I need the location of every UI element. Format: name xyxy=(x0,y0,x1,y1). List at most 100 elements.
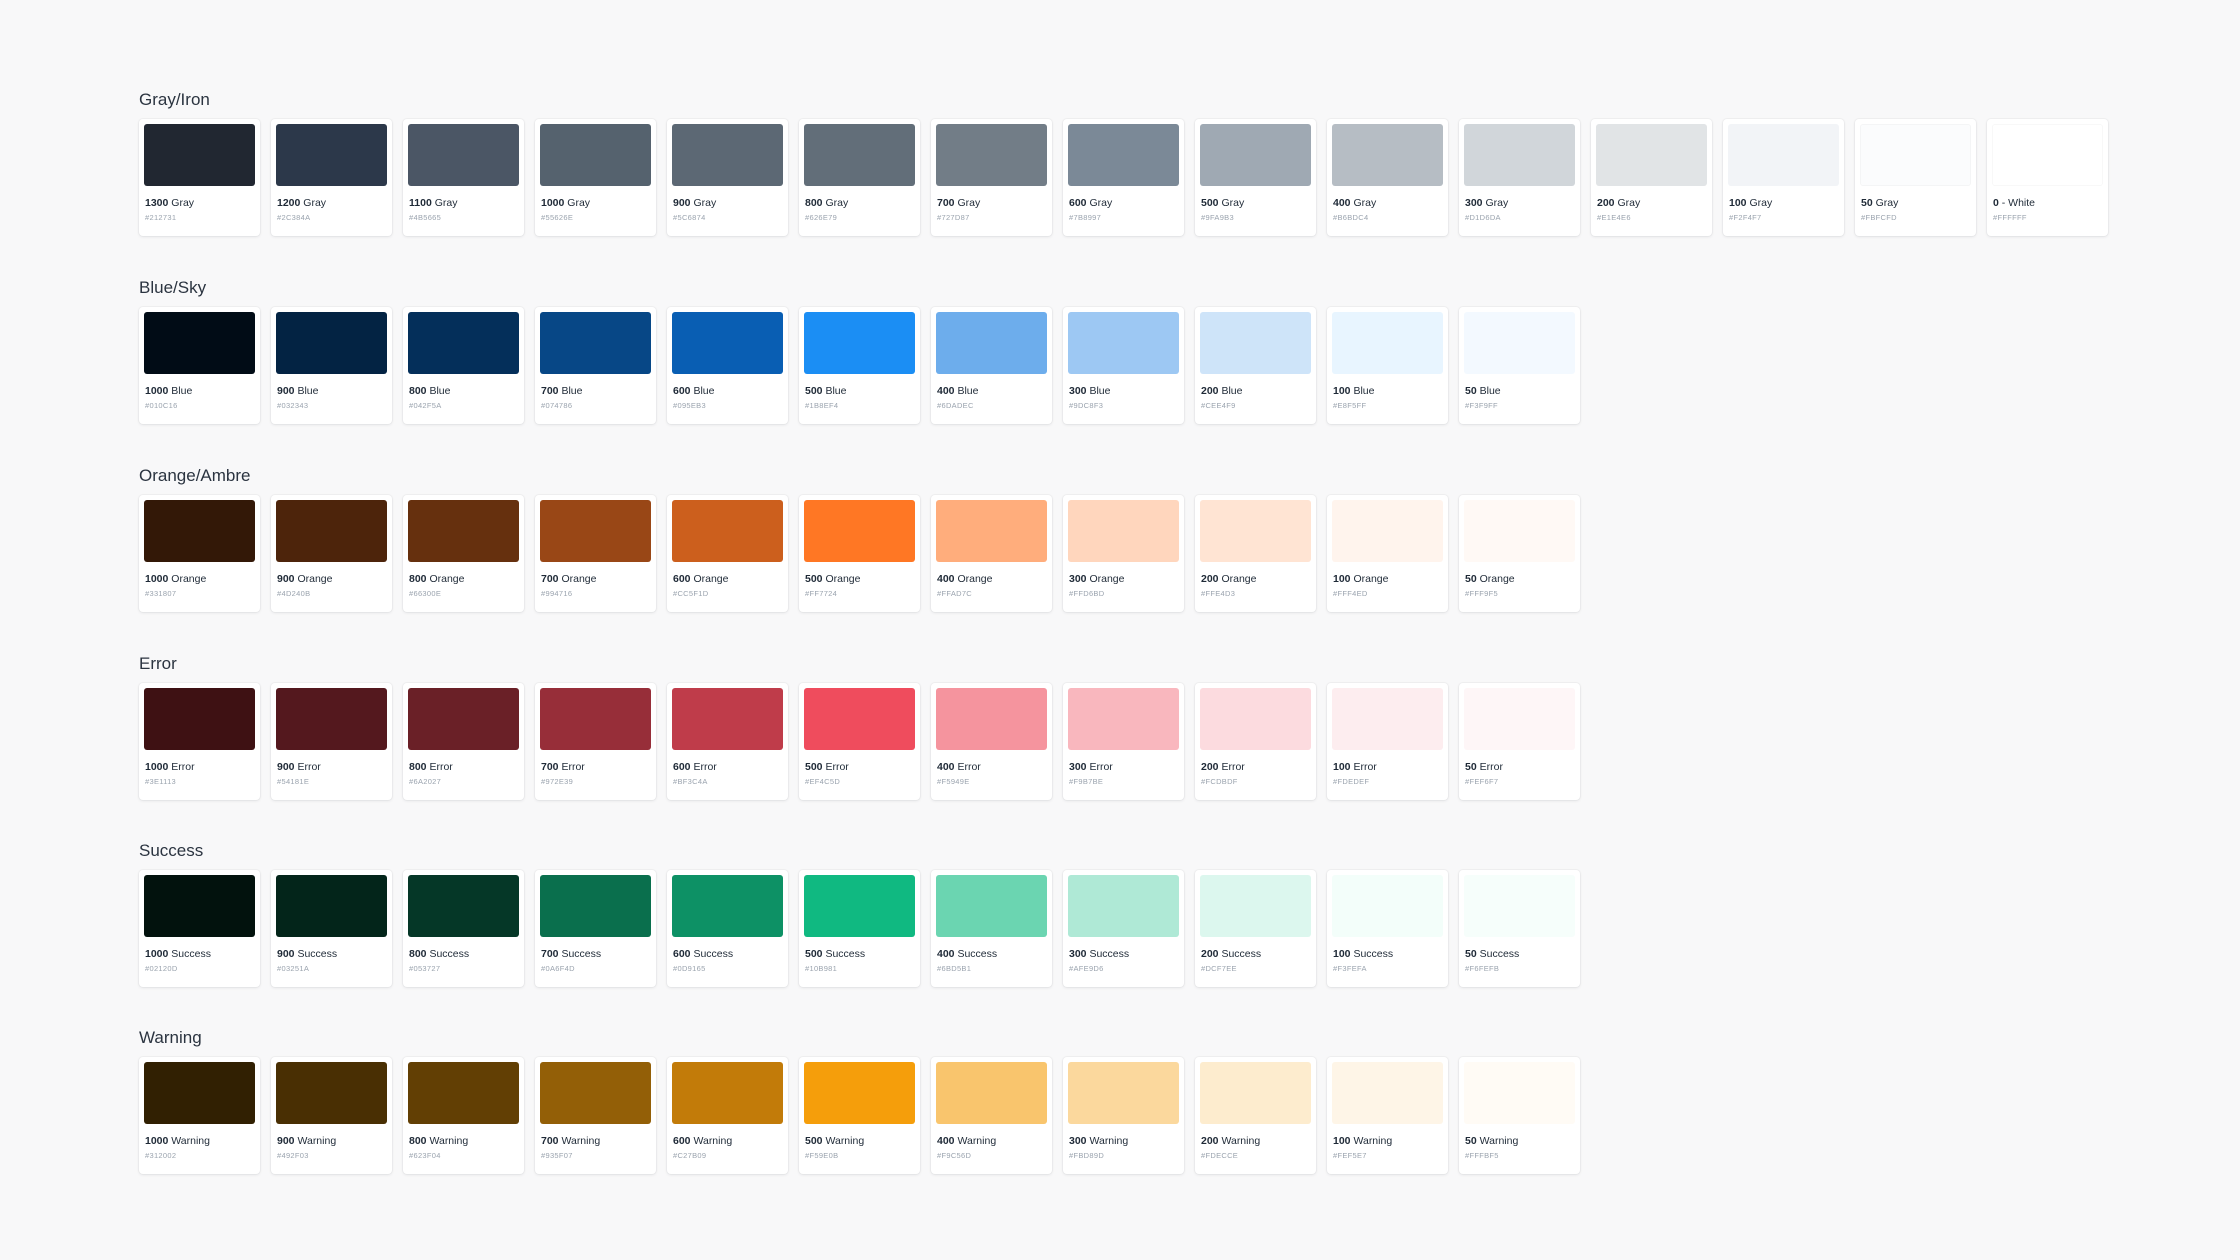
color-card[interactable]: 600 Blue #095EB3 xyxy=(667,307,788,424)
hex-code[interactable]: #0D9165 xyxy=(672,964,783,973)
color-swatch[interactable] xyxy=(144,500,255,562)
hex-code[interactable]: #C27B09 xyxy=(672,1151,783,1160)
color-card[interactable]: 1200 Gray #2C384A xyxy=(271,119,392,236)
color-card[interactable]: 600 Warning #C27B09 xyxy=(667,1057,788,1174)
hex-code[interactable]: #BF3C4A xyxy=(672,777,783,786)
color-swatch[interactable] xyxy=(1728,124,1839,186)
color-swatch[interactable] xyxy=(1068,312,1179,374)
color-swatch[interactable] xyxy=(936,1062,1047,1124)
hex-code[interactable]: #626E79 xyxy=(804,213,915,222)
color-card[interactable]: 50 Gray #FBFCFD xyxy=(1855,119,1976,236)
color-card[interactable]: 800 Blue #042F5A xyxy=(403,307,524,424)
color-swatch[interactable] xyxy=(804,875,915,937)
color-card[interactable]: 1300 Gray #212731 xyxy=(139,119,260,236)
color-swatch[interactable] xyxy=(540,1062,651,1124)
hex-code[interactable]: #727D87 xyxy=(936,213,1047,222)
hex-code[interactable]: #B6BDC4 xyxy=(1332,213,1443,222)
color-swatch[interactable] xyxy=(276,688,387,750)
color-swatch[interactable] xyxy=(1200,124,1311,186)
color-card[interactable]: 900 Orange #4D240B xyxy=(271,495,392,612)
color-card[interactable]: 50 Blue #F3F9FF xyxy=(1459,307,1580,424)
color-card[interactable]: 1100 Gray #4B5665 xyxy=(403,119,524,236)
color-card[interactable]: 800 Success #053727 xyxy=(403,870,524,987)
color-swatch[interactable] xyxy=(672,124,783,186)
color-swatch[interactable] xyxy=(804,500,915,562)
hex-code[interactable]: #10B981 xyxy=(804,964,915,973)
color-swatch[interactable] xyxy=(408,1062,519,1124)
hex-code[interactable]: #54181E xyxy=(276,777,387,786)
hex-code[interactable]: #312002 xyxy=(144,1151,255,1160)
color-card[interactable]: 1000 Warning #312002 xyxy=(139,1057,260,1174)
color-card[interactable]: 600 Gray #7B8997 xyxy=(1063,119,1184,236)
color-swatch[interactable] xyxy=(276,1062,387,1124)
color-card[interactable]: 1000 Blue #010C16 xyxy=(139,307,260,424)
color-card[interactable]: 800 Warning #623F04 xyxy=(403,1057,524,1174)
color-swatch[interactable] xyxy=(672,1062,783,1124)
color-card[interactable]: 200 Blue #CEE4F9 xyxy=(1195,307,1316,424)
color-card[interactable]: 900 Blue #032343 xyxy=(271,307,392,424)
hex-code[interactable]: #4B5665 xyxy=(408,213,519,222)
color-swatch[interactable] xyxy=(804,312,915,374)
hex-code[interactable]: #E8F5FF xyxy=(1332,401,1443,410)
color-card[interactable]: 50 Warning #FFFBF5 xyxy=(1459,1057,1580,1174)
color-card[interactable]: 400 Error #F5949E xyxy=(931,683,1052,800)
hex-code[interactable]: #FFFBF5 xyxy=(1464,1151,1575,1160)
color-swatch[interactable] xyxy=(408,500,519,562)
color-swatch[interactable] xyxy=(1332,124,1443,186)
color-card[interactable]: 100 Error #FDEDEF xyxy=(1327,683,1448,800)
color-card[interactable]: 700 Blue #074786 xyxy=(535,307,656,424)
color-swatch[interactable] xyxy=(936,312,1047,374)
color-swatch[interactable] xyxy=(540,500,651,562)
color-swatch[interactable] xyxy=(1332,312,1443,374)
color-card[interactable]: 100 Blue #E8F5FF xyxy=(1327,307,1448,424)
hex-code[interactable]: #FFD6BD xyxy=(1068,589,1179,598)
color-card[interactable]: 500 Orange #FF7724 xyxy=(799,495,920,612)
color-card[interactable]: 500 Gray #9FA9B3 xyxy=(1195,119,1316,236)
color-swatch[interactable] xyxy=(540,875,651,937)
color-card[interactable]: 200 Success #DCF7EE xyxy=(1195,870,1316,987)
color-card[interactable]: 300 Gray #D1D6DA xyxy=(1459,119,1580,236)
color-swatch[interactable] xyxy=(672,500,783,562)
hex-code[interactable]: #5C6874 xyxy=(672,213,783,222)
hex-code[interactable]: #AFE9D6 xyxy=(1068,964,1179,973)
color-card[interactable]: 100 Success #F3FEFA xyxy=(1327,870,1448,987)
color-card[interactable]: 700 Gray #727D87 xyxy=(931,119,1052,236)
color-swatch[interactable] xyxy=(1596,124,1707,186)
color-card[interactable]: 600 Error #BF3C4A xyxy=(667,683,788,800)
hex-code[interactable]: #FDEDEF xyxy=(1332,777,1443,786)
color-card[interactable]: 800 Gray #626E79 xyxy=(799,119,920,236)
hex-code[interactable]: #010C16 xyxy=(144,401,255,410)
hex-code[interactable]: #095EB3 xyxy=(672,401,783,410)
color-card[interactable]: 500 Error #EF4C5D xyxy=(799,683,920,800)
hex-code[interactable]: #F2F4F7 xyxy=(1728,213,1839,222)
hex-code[interactable]: #FFAD7C xyxy=(936,589,1047,598)
hex-code[interactable]: #935F07 xyxy=(540,1151,651,1160)
color-swatch[interactable] xyxy=(276,312,387,374)
hex-code[interactable]: #623F04 xyxy=(408,1151,519,1160)
color-swatch[interactable] xyxy=(1068,500,1179,562)
color-card[interactable]: 400 Gray #B6BDC4 xyxy=(1327,119,1448,236)
hex-code[interactable]: #9DC8F3 xyxy=(1068,401,1179,410)
color-card[interactable]: 1000 Success #02120D xyxy=(139,870,260,987)
color-swatch[interactable] xyxy=(408,688,519,750)
color-card[interactable]: 100 Gray #F2F4F7 xyxy=(1723,119,1844,236)
color-card[interactable]: 1000 Orange #331807 xyxy=(139,495,260,612)
color-swatch[interactable] xyxy=(1200,500,1311,562)
color-swatch[interactable] xyxy=(1068,875,1179,937)
hex-code[interactable]: #F5949E xyxy=(936,777,1047,786)
hex-code[interactable]: #0A6F4D xyxy=(540,964,651,973)
color-card[interactable]: 0 - White #FFFFFF xyxy=(1987,119,2108,236)
color-card[interactable]: 200 Orange #FFE4D3 xyxy=(1195,495,1316,612)
color-swatch[interactable] xyxy=(1464,688,1575,750)
color-card[interactable]: 200 Gray #E1E4E6 xyxy=(1591,119,1712,236)
hex-code[interactable]: #FF7724 xyxy=(804,589,915,598)
hex-code[interactable]: #FCDBDF xyxy=(1200,777,1311,786)
color-card[interactable]: 300 Success #AFE9D6 xyxy=(1063,870,1184,987)
hex-code[interactable]: #55626E xyxy=(540,213,651,222)
color-swatch[interactable] xyxy=(1464,1062,1575,1124)
hex-code[interactable]: #9FA9B3 xyxy=(1200,213,1311,222)
color-swatch[interactable] xyxy=(408,312,519,374)
color-card[interactable]: 600 Orange #CC5F1D xyxy=(667,495,788,612)
color-swatch[interactable] xyxy=(408,875,519,937)
color-card[interactable]: 1000 Error #3E1113 xyxy=(139,683,260,800)
